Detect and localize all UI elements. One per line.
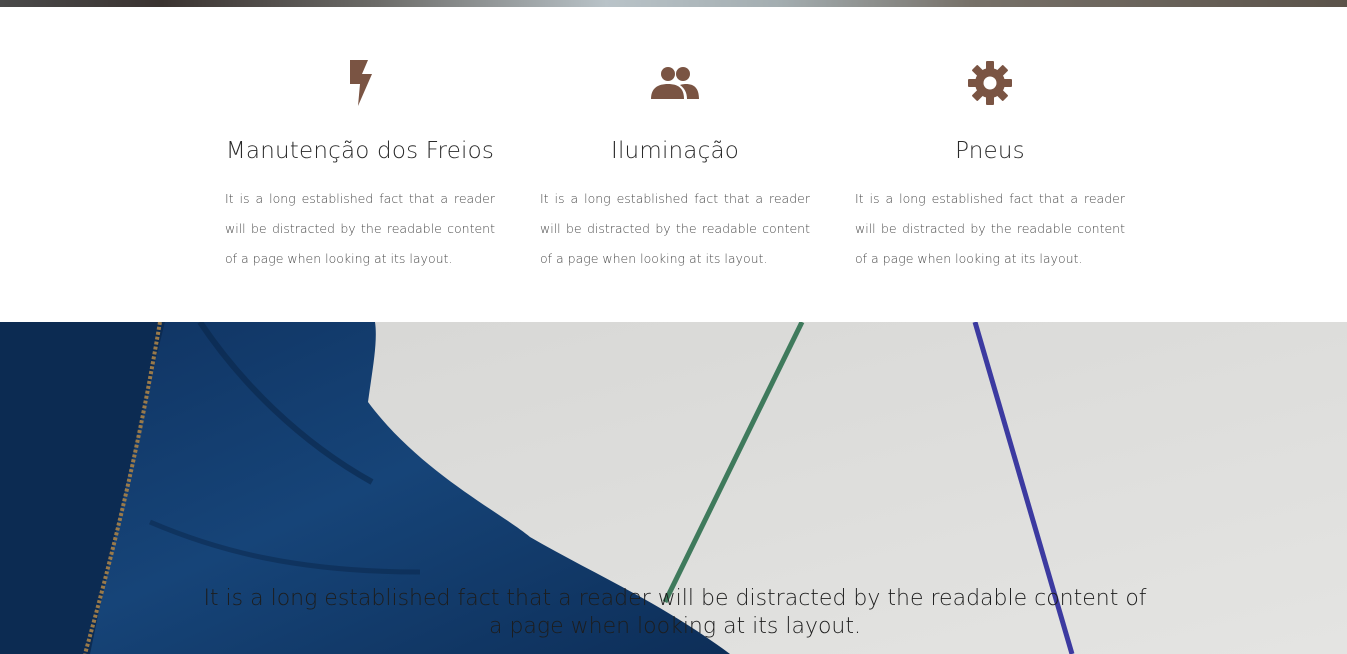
hero-caption: It is a long established fact that a rea…	[203, 586, 1147, 639]
gear-icon	[964, 59, 1016, 107]
hero-banner: It is a long established fact that a rea…	[0, 322, 1347, 654]
bolt-icon	[334, 59, 386, 107]
feature-description: It is a long established fact that a rea…	[225, 191, 495, 266]
feature-title: Pneus	[955, 138, 1025, 164]
people-icon	[649, 59, 701, 107]
feature-description: It is a long established fact that a rea…	[855, 191, 1125, 266]
feature-title: Manutenção dos Freios	[225, 138, 495, 164]
feature-title: Iluminação	[610, 138, 740, 164]
features-section: Manutenção dos Freios It is a long estab…	[0, 7, 1347, 322]
top-image-strip	[0, 0, 1347, 7]
feature-description: It is a long established fact that a rea…	[540, 191, 810, 266]
